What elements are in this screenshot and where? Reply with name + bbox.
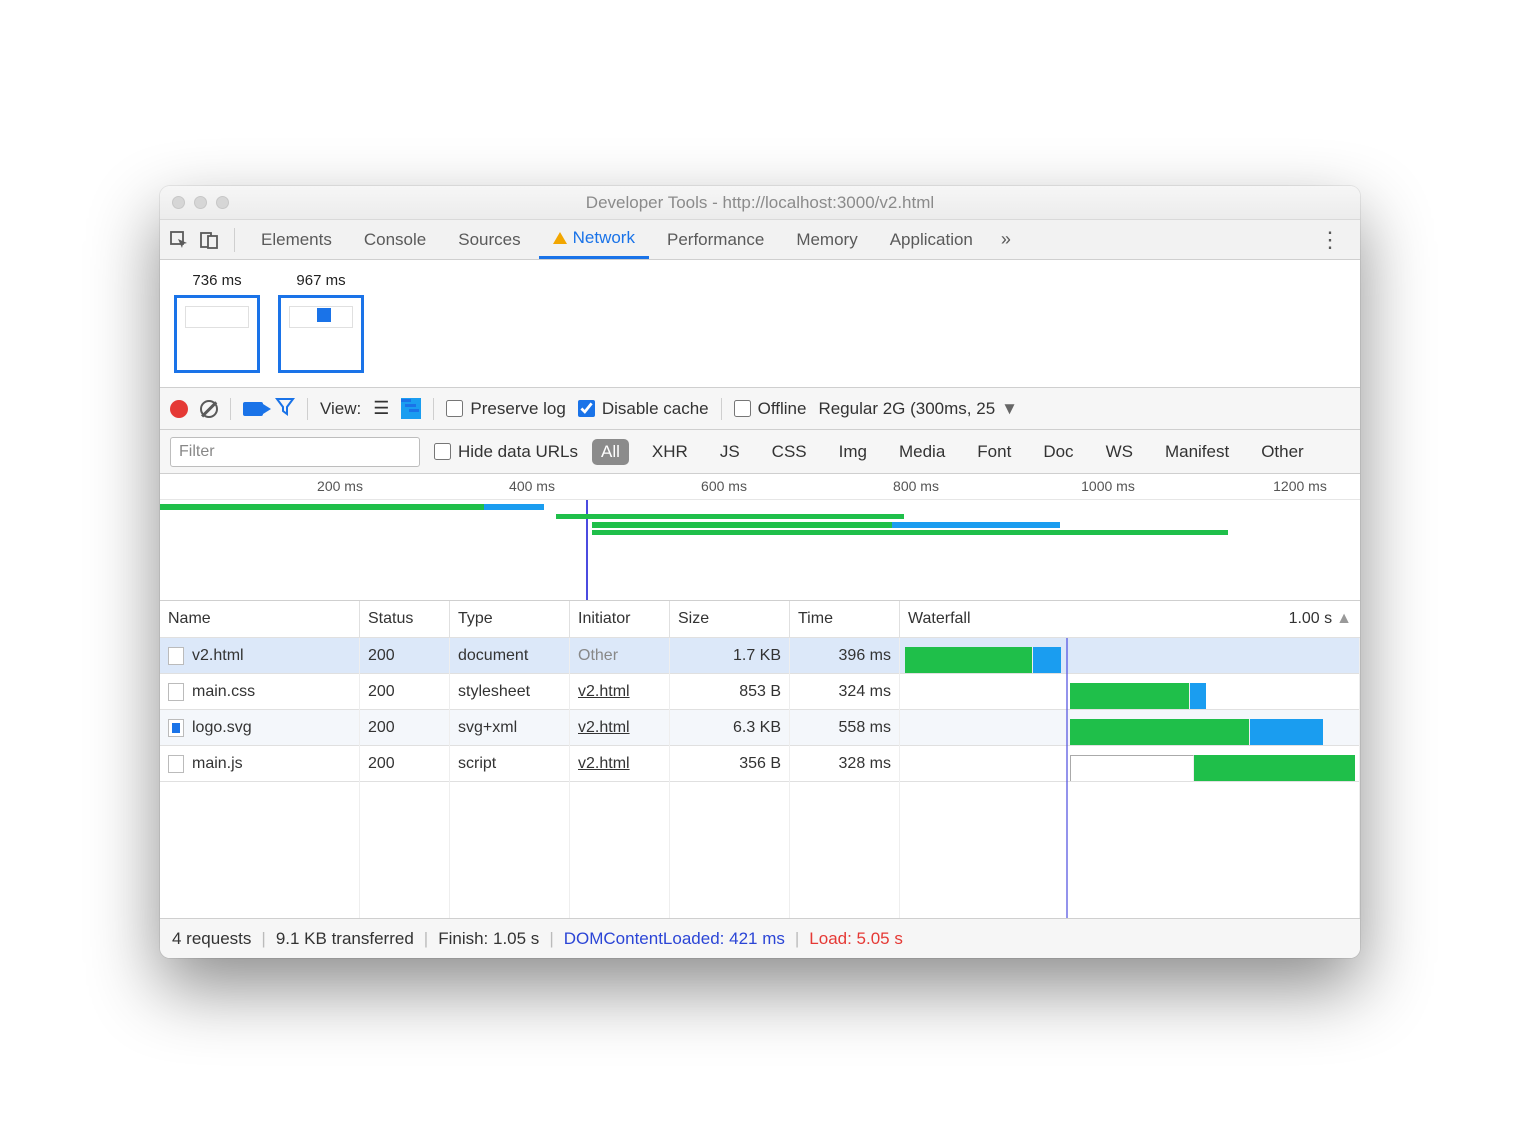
table-body: v2.html 200 document Other 1.7 KB 396 ms… [160, 638, 1360, 918]
inspect-element-icon[interactable] [166, 227, 192, 253]
filter-input[interactable]: Filter [170, 437, 420, 467]
throttling-select[interactable]: Regular 2G (300ms, 25 ▼ [818, 399, 1018, 419]
tab-memory[interactable]: Memory [782, 220, 871, 259]
disable-cache-input[interactable] [578, 400, 595, 417]
hide-data-urls-checkbox[interactable]: Hide data URLs [434, 442, 578, 462]
sort-asc-icon: ▲ [1336, 610, 1352, 628]
warning-icon [553, 232, 567, 244]
device-toolbar-icon[interactable] [196, 227, 222, 253]
dcl-line [1066, 638, 1068, 918]
offline-input[interactable] [734, 400, 751, 417]
filmstrip-frame[interactable]: 967 ms [278, 272, 364, 373]
col-status[interactable]: Status [360, 601, 450, 637]
window-close-icon[interactable] [172, 196, 185, 209]
status-finish: Finish: 1.05 s [438, 929, 539, 949]
panel-tabs: Elements Console Sources Network Perform… [160, 220, 1360, 260]
file-icon [168, 647, 184, 665]
status-requests: 4 requests [172, 929, 251, 949]
timeline-ruler: 200 ms 400 ms 600 ms 800 ms 1000 ms 1200… [160, 474, 1360, 500]
window-controls [172, 196, 229, 209]
col-initiator[interactable]: Initiator [570, 601, 670, 637]
table-row[interactable]: logo.svg 200 svg+xml v2.html 6.3 KB 558 … [160, 710, 1360, 746]
tabs-overflow-icon[interactable]: » [991, 229, 1021, 250]
filmstrip-thumbnail [174, 295, 260, 373]
waterfall-view-icon[interactable] [401, 398, 421, 419]
filmstrip-thumbnail [278, 295, 364, 373]
table-row[interactable]: main.js 200 script v2.html 356 B 328 ms [160, 746, 1360, 782]
record-button[interactable] [170, 400, 188, 418]
tab-sources[interactable]: Sources [444, 220, 534, 259]
status-transferred: 9.1 KB transferred [276, 929, 414, 949]
filter-toggle-icon[interactable] [275, 396, 295, 422]
capture-screenshots-icon[interactable] [243, 402, 263, 416]
filmstrip-time: 736 ms [174, 272, 260, 289]
hide-data-urls-input[interactable] [434, 443, 451, 460]
preserve-log-input[interactable] [446, 400, 463, 417]
col-size[interactable]: Size [670, 601, 790, 637]
window-zoom-icon[interactable] [216, 196, 229, 209]
disable-cache-checkbox[interactable]: Disable cache [578, 399, 709, 419]
table-row[interactable]: v2.html 200 document Other 1.7 KB 396 ms [160, 638, 1360, 674]
filter-all[interactable]: All [592, 439, 629, 465]
file-icon [168, 755, 184, 773]
large-rows-icon[interactable]: ☰ [373, 398, 389, 419]
timeline-overview[interactable]: 200 ms 400 ms 600 ms 800 ms 1000 ms 1200… [160, 474, 1360, 601]
window-title: Developer Tools - http://localhost:3000/… [172, 193, 1348, 213]
filmstrip-time: 967 ms [278, 272, 364, 289]
col-type[interactable]: Type [450, 601, 570, 637]
initiator-link[interactable]: v2.html [578, 683, 630, 701]
filter-bar: Filter Hide data URLs All XHR JS CSS Img… [160, 430, 1360, 474]
filter-doc[interactable]: Doc [1034, 439, 1082, 465]
filter-other[interactable]: Other [1252, 439, 1313, 465]
filter-media[interactable]: Media [890, 439, 954, 465]
filter-font[interactable]: Font [968, 439, 1020, 465]
filter-manifest[interactable]: Manifest [1156, 439, 1238, 465]
timeline-lanes [160, 500, 1360, 600]
devtools-window: Developer Tools - http://localhost:3000/… [160, 186, 1360, 958]
filter-css[interactable]: CSS [763, 439, 816, 465]
col-time[interactable]: Time [790, 601, 900, 637]
status-load: Load: 5.05 s [809, 929, 903, 949]
filter-img[interactable]: Img [830, 439, 876, 465]
titlebar: Developer Tools - http://localhost:3000/… [160, 186, 1360, 220]
tab-performance[interactable]: Performance [653, 220, 778, 259]
initiator-link[interactable]: v2.html [578, 719, 630, 737]
table-header: Name Status Type Initiator Size Time Wat… [160, 601, 1360, 638]
filter-xhr[interactable]: XHR [643, 439, 697, 465]
filmstrip-frame[interactable]: 736 ms [174, 272, 260, 373]
tab-console[interactable]: Console [350, 220, 440, 259]
status-bar: 4 requests | 9.1 KB transferred | Finish… [160, 918, 1360, 958]
offline-checkbox[interactable]: Offline [734, 399, 807, 419]
tab-network[interactable]: Network [539, 220, 649, 259]
file-icon [168, 719, 184, 737]
filter-ws[interactable]: WS [1097, 439, 1142, 465]
filter-js[interactable]: JS [711, 439, 749, 465]
chevron-down-icon: ▼ [1001, 399, 1018, 419]
col-waterfall[interactable]: Waterfall 1.00 s ▲ [900, 601, 1360, 637]
request-table: Name Status Type Initiator Size Time Wat… [160, 601, 1360, 918]
tab-application[interactable]: Application [876, 220, 987, 259]
preserve-log-checkbox[interactable]: Preserve log [446, 399, 565, 419]
window-minimize-icon[interactable] [194, 196, 207, 209]
file-icon [168, 683, 184, 701]
col-name[interactable]: Name [160, 601, 360, 637]
status-dcl: DOMContentLoaded: 421 ms [564, 929, 785, 949]
initiator-link[interactable]: v2.html [578, 755, 630, 773]
filmstrip: 736 ms 967 ms [160, 260, 1360, 388]
clear-button[interactable] [200, 400, 218, 418]
settings-menu-icon[interactable]: ⋮ [1305, 227, 1354, 253]
tab-elements[interactable]: Elements [247, 220, 346, 259]
view-label: View: [320, 399, 361, 419]
network-toolbar: View: ☰ Preserve log Disable cache Offli… [160, 388, 1360, 430]
table-row[interactable]: main.css 200 stylesheet v2.html 853 B 32… [160, 674, 1360, 710]
